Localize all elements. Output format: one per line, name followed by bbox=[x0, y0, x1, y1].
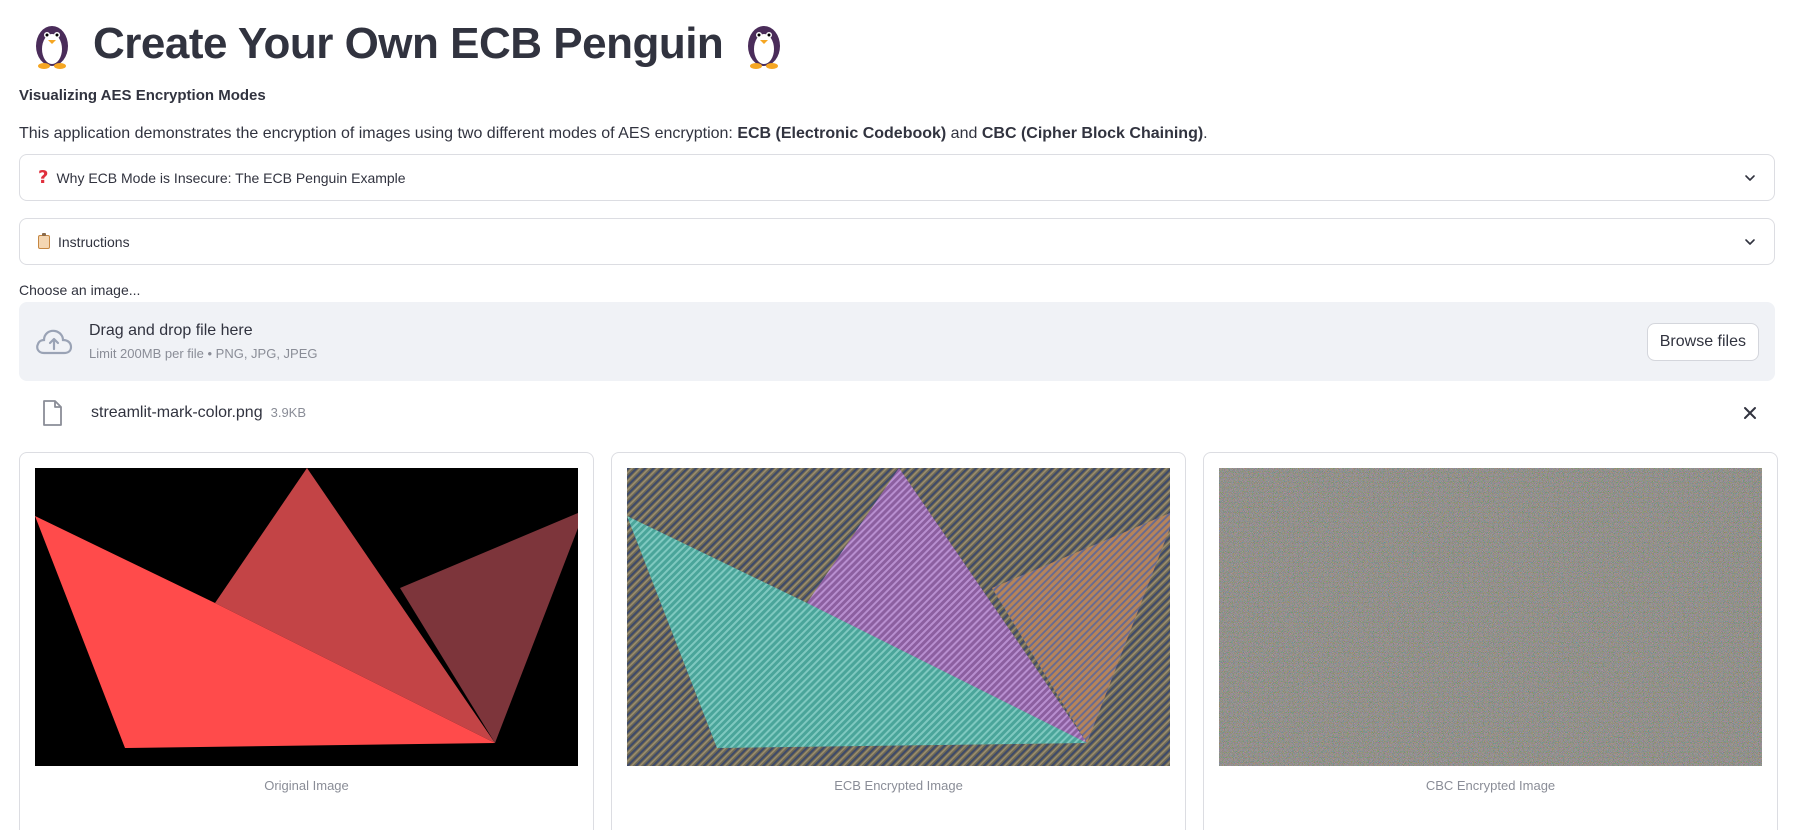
subtitle: Visualizing AES Encryption Modes bbox=[19, 87, 266, 104]
original-image-card: Original Image bbox=[19, 452, 594, 830]
intro-middle: and bbox=[946, 125, 982, 142]
ecb-encrypted-image bbox=[627, 468, 1170, 766]
uploaded-file-name: streamlit-mark-color.png bbox=[91, 404, 263, 421]
intro-ecb: ECB (Electronic Codebook) bbox=[737, 125, 947, 142]
title-row: Create Your Own ECB Penguin bbox=[19, 0, 1775, 88]
clipboard-icon bbox=[38, 232, 50, 249]
expander-label: Instructions bbox=[58, 233, 130, 250]
image-results: Original Image ECB Encrypted Image CBC E… bbox=[19, 452, 1778, 830]
page-title: Create Your Own ECB Penguin bbox=[93, 19, 724, 68]
cloud-upload-icon bbox=[36, 329, 73, 354]
cbc-image-card: CBC Encrypted Image bbox=[1203, 452, 1778, 830]
original-image bbox=[35, 468, 578, 766]
image-caption: CBC Encrypted Image bbox=[1425, 778, 1556, 793]
image-caption: Original Image bbox=[264, 778, 349, 793]
expander-ecb-insecure[interactable]: ? Why ECB Mode is Insecure: The ECB Peng… bbox=[19, 154, 1775, 201]
penguin-icon bbox=[36, 26, 68, 69]
chevron-down-icon bbox=[1745, 238, 1755, 245]
browse-files-button[interactable]: Browse files bbox=[1646, 322, 1759, 361]
file-dropzone[interactable]: Drag and drop file here Limit 200MB per … bbox=[19, 302, 1775, 381]
file-icon bbox=[43, 400, 62, 426]
intro-prefix: This application demonstrates the encryp… bbox=[19, 125, 738, 142]
uploaded-file-size: 3.9KB bbox=[270, 405, 307, 420]
penguin-icon bbox=[748, 26, 781, 69]
intro-cbc: CBC (Cipher Block Chaining) bbox=[981, 125, 1204, 142]
uploader-label: Choose an image... bbox=[19, 282, 141, 298]
close-icon[interactable] bbox=[1743, 406, 1757, 420]
image-caption: ECB Encrypted Image bbox=[834, 778, 963, 793]
chevron-down-icon bbox=[1745, 174, 1755, 181]
intro-text: This application demonstrates the encryp… bbox=[19, 124, 1775, 154]
expander-label: Why ECB Mode is Insecure: The ECB Pengui… bbox=[56, 169, 406, 186]
app-page: Create Your Own ECB Penguin Visualizing … bbox=[0, 0, 1794, 830]
expander-instructions[interactable]: Instructions bbox=[19, 218, 1775, 265]
ecb-image-card: ECB Encrypted Image bbox=[611, 452, 1186, 830]
question-mark-icon: ? bbox=[38, 167, 49, 188]
intro-suffix: . bbox=[1203, 125, 1208, 142]
uploaded-file-row: streamlit-mark-color.png 3.9KB bbox=[19, 381, 1775, 445]
dropzone-limit: Limit 200MB per file • PNG, JPG, JPEG bbox=[89, 346, 318, 361]
cbc-encrypted-image bbox=[1219, 468, 1762, 766]
dropzone-title: Drag and drop file here bbox=[89, 322, 253, 339]
